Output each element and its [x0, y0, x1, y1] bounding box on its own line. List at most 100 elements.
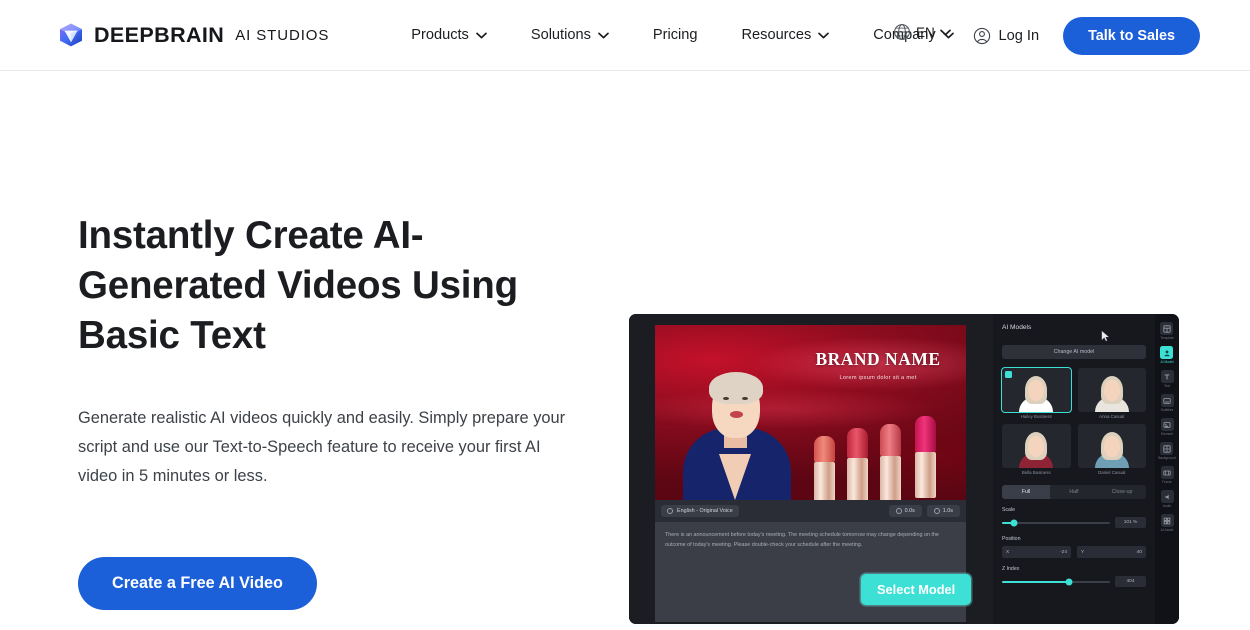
chevron-down-icon: [598, 32, 609, 38]
nav-item-products[interactable]: Products: [389, 19, 509, 51]
element-icon: [1160, 418, 1174, 431]
ai-model-icon: [1160, 346, 1174, 359]
position-y-value: 40: [1136, 549, 1142, 555]
rail-item-subtitles[interactable]: Subtitles: [1160, 394, 1174, 412]
rail-item-ai-model[interactable]: AI Model: [1160, 346, 1174, 364]
clock-icon: [895, 508, 902, 514]
language-label: EN: [916, 24, 935, 40]
page-title: Instantly Create AI-Generated Videos Usi…: [78, 214, 518, 357]
rail-item-text[interactable]: Text: [1160, 370, 1174, 388]
duration-chip[interactable]: 0.0s: [888, 505, 922, 517]
rail-label: Frame: [1162, 480, 1172, 484]
zindex-slider[interactable]: [1002, 578, 1110, 585]
app-preview: BRAND NAME Lorem ipsum dolor sit a met E…: [629, 314, 1179, 624]
position-y-field[interactable]: Y 40: [1077, 546, 1146, 558]
lipstick-2: [847, 428, 868, 500]
segment-full[interactable]: Full: [1002, 485, 1050, 499]
ai-model-name: Anna Casual: [1099, 414, 1125, 419]
ai-model-card-1[interactable]: Hailey Business: [1001, 367, 1072, 419]
rail-label: Element: [1160, 432, 1174, 436]
nav-item-pricing[interactable]: Pricing: [631, 19, 720, 51]
time-chip[interactable]: 1.0s: [926, 505, 960, 517]
voice-language-chip[interactable]: English - Original Voice: [661, 505, 739, 517]
select-model-button[interactable]: Select Model: [861, 574, 972, 605]
ai-model-card-2[interactable]: Anna Casual: [1077, 368, 1146, 419]
script-editor[interactable]: There is an announcement before today's …: [655, 522, 972, 622]
position-label: Position: [1002, 536, 1021, 542]
brand-product: AI STUDIOS: [235, 26, 330, 44]
login-button[interactable]: Log In: [967, 21, 1046, 51]
nav-label: Resources: [741, 27, 812, 43]
user-circle-icon: [973, 27, 990, 44]
scale-slider-knob[interactable]: [1010, 519, 1018, 526]
scale-slider[interactable]: [1002, 519, 1110, 526]
language-selector[interactable]: EN: [893, 23, 951, 41]
ai-model-card-3[interactable]: Bella Business: [1002, 424, 1071, 475]
rail-label: Template: [1160, 336, 1174, 340]
model-face: [1094, 370, 1129, 412]
rail-label: AI Model: [1160, 360, 1174, 364]
rail-item-frame[interactable]: Frame: [1160, 466, 1174, 484]
nav-label: Products: [411, 27, 469, 43]
hero-description: Generate realistic AI videos quickly and…: [78, 409, 566, 485]
zindex-value[interactable]: 404: [1115, 576, 1146, 587]
script-line-2: outcome of today's meeting. Please doubl…: [665, 541, 863, 548]
video-canvas[interactable]: BRAND NAME Lorem ipsum dolor sit a met: [655, 325, 966, 500]
presenter-mouth: [730, 411, 743, 418]
brand-name-text: BRAND NAME: [815, 349, 941, 369]
subtitles-icon: [1160, 394, 1174, 407]
canvas-brand-text: BRAND NAME Lorem ipsum dolor sit a met: [798, 349, 958, 381]
ai-presenter: [677, 332, 797, 500]
position-y-label: Y: [1081, 549, 1085, 555]
presenter-hair: [709, 372, 763, 404]
scale-value[interactable]: 101 %: [1115, 517, 1146, 528]
lipstick-3: [880, 424, 901, 500]
voice-icon: [667, 508, 673, 514]
rail-label: Subtitles: [1160, 408, 1174, 412]
talk-to-sales-button[interactable]: Talk to Sales: [1063, 16, 1200, 55]
change-ai-model-button[interactable]: Change AI model: [1002, 345, 1146, 359]
ai-model-thumbnail: [1077, 368, 1146, 412]
chevron-down-icon: [939, 29, 951, 35]
position-row: X -24 Y 40: [1002, 546, 1146, 558]
template-icon: [1160, 322, 1174, 335]
nav-item-solutions[interactable]: Solutions: [509, 19, 631, 51]
audio-icon: [1160, 490, 1174, 503]
position-x-field[interactable]: X -24: [1002, 546, 1071, 558]
model-face: [1019, 370, 1054, 412]
nav-item-resources[interactable]: Resources: [720, 19, 852, 51]
ai-model-name: Hailey Business: [1020, 414, 1052, 419]
rail-item-background[interactable]: Background: [1158, 442, 1176, 460]
ai-model-name: Bella Business: [1021, 470, 1051, 475]
segment-half[interactable]: Half: [1050, 485, 1098, 499]
brand-logo[interactable]: DEEPBRAIN AI STUDIOS: [58, 22, 329, 48]
position-x-label: X: [1006, 549, 1010, 555]
site-header: DEEPBRAIN AI STUDIOS Products Solutions …: [0, 0, 1250, 71]
chevron-down-icon: [818, 32, 830, 38]
ai-models-panel: AI Models Change AI model Hailey Busines…: [993, 314, 1155, 624]
ai-model-thumbnail: [1001, 367, 1072, 413]
header-actions: Log In Talk to Sales: [967, 0, 1200, 71]
model-face: [1019, 426, 1054, 468]
rail-item-element[interactable]: Element: [1160, 418, 1174, 436]
rail-item-audio[interactable]: Audio: [1160, 490, 1174, 508]
cube-logo-icon: [60, 23, 82, 47]
segment-closeup[interactable]: Close-up: [1098, 485, 1146, 499]
rail-item-ai-assist[interactable]: AI Assist: [1160, 514, 1174, 532]
rail-label: AI Assist: [1160, 528, 1174, 532]
zindex-slider-knob[interactable]: [1065, 578, 1073, 585]
timer-icon: [933, 508, 940, 514]
zindex-slider-row: 404: [1002, 576, 1146, 587]
ai-model-thumbnail: [1077, 424, 1146, 468]
time-label: 1.0s: [942, 508, 953, 514]
rail-item-template[interactable]: Template: [1160, 322, 1174, 340]
presenter-eye-right: [742, 396, 748, 400]
create-free-ai-video-button[interactable]: Create a Free AI Video: [78, 557, 317, 610]
model-head: [1028, 380, 1045, 401]
lipstick-product-image: [812, 416, 962, 500]
hero-copy: Instantly Create AI-Generated Videos Usi…: [78, 211, 598, 630]
frame-icon: [1160, 466, 1174, 479]
ai-model-card-4[interactable]: Daniel Casual: [1077, 424, 1146, 475]
video-toolbar: English - Original Voice 0.0s 1.0s: [655, 500, 966, 522]
editor-area: BRAND NAME Lorem ipsum dolor sit a met E…: [629, 314, 993, 624]
